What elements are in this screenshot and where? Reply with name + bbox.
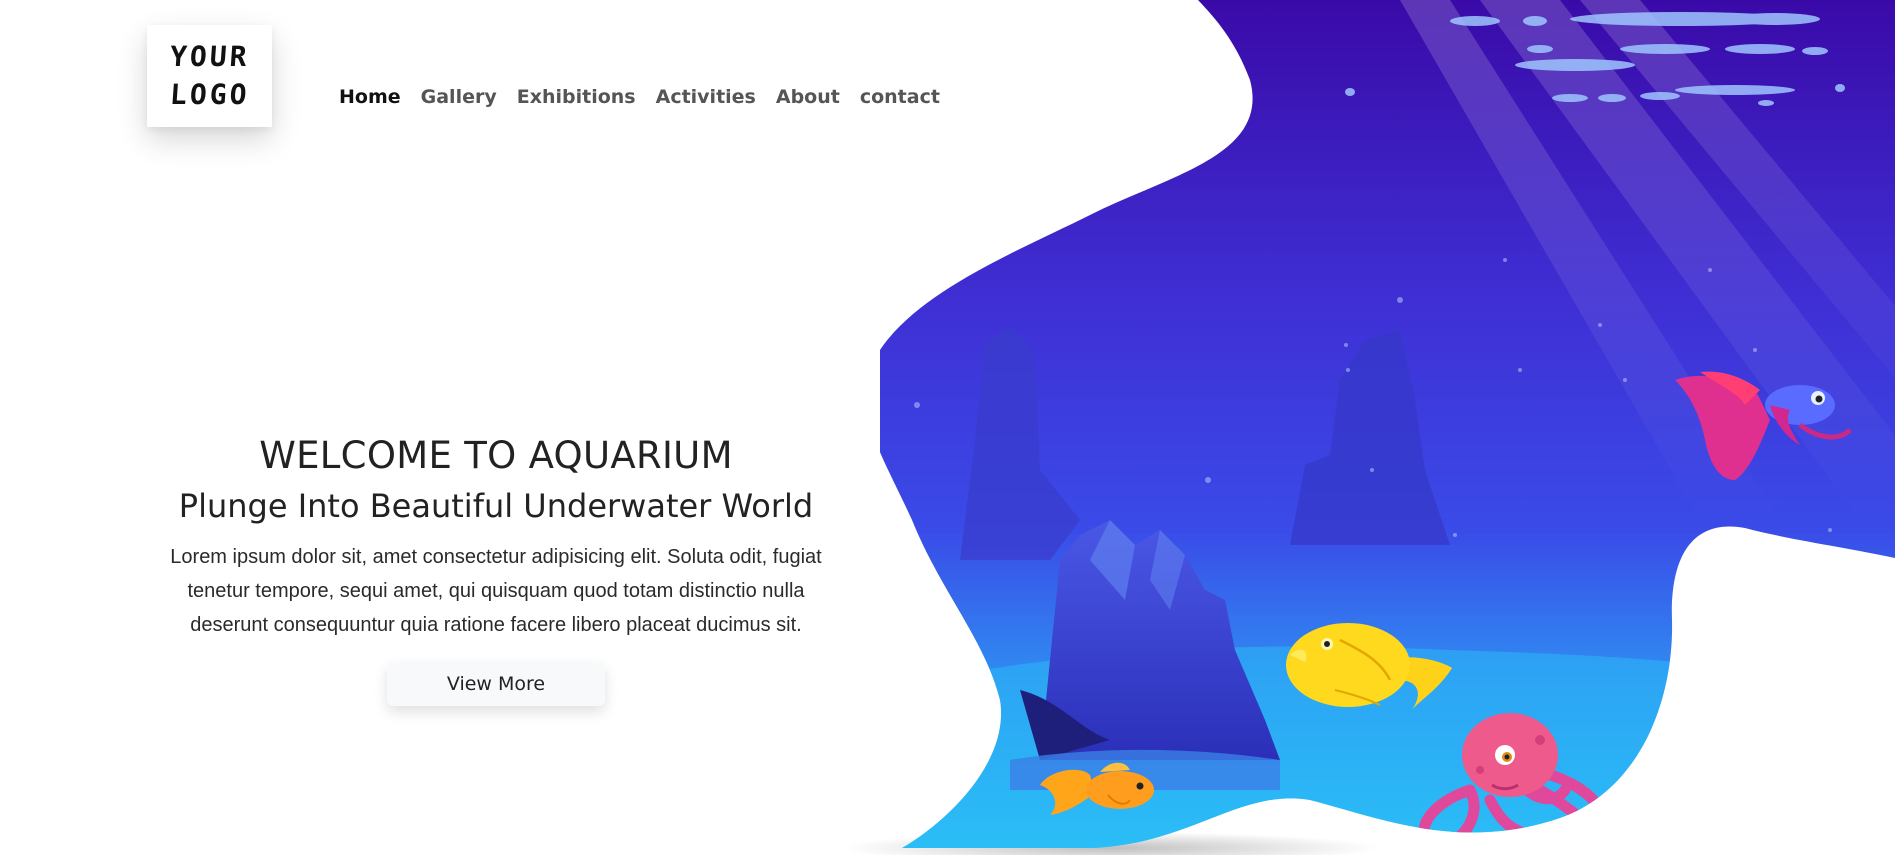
logo-line-2: LOGO [168,78,251,111]
site-logo[interactable]: YOUR LOGO [147,25,272,127]
main-navigation: Home Gallery Exhibitions Activities Abou… [339,86,940,108]
nav-item-about[interactable]: About [776,86,840,108]
nav-item-home[interactable]: Home [339,86,401,108]
nav-item-activities[interactable]: Activities [656,86,756,108]
view-more-button[interactable]: View More [387,662,605,706]
nav-item-contact[interactable]: contact [860,86,940,108]
logo-line-1: YOUR [168,40,251,73]
hero-title: WELCOME TO AQUARIUM [259,434,733,477]
hero-description: Lorem ipsum dolor sit, amet consectetur … [170,546,822,636]
hero-section: WELCOME TO AQUARIUM Plunge Into Beautifu… [140,432,852,706]
nav-item-exhibitions[interactable]: Exhibitions [517,86,636,108]
nav-item-gallery[interactable]: Gallery [421,86,497,108]
hero-subtitle: Plunge Into Beautiful Underwater World [178,487,814,525]
underwater-illustration [840,0,1895,855]
